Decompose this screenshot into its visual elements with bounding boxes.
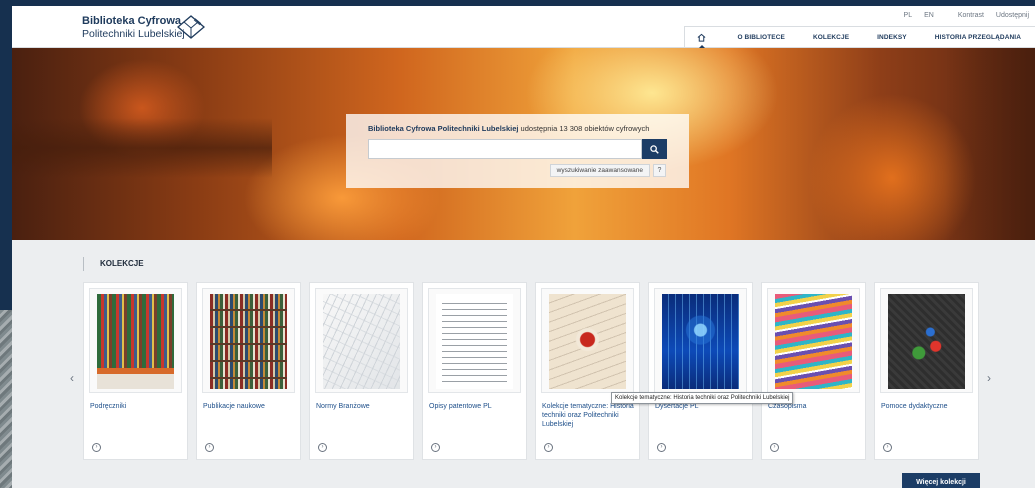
- site-header: Biblioteka Cyfrowa Politechniki Lubelski…: [12, 6, 1035, 49]
- chevron-right-circle-icon[interactable]: ›: [431, 443, 440, 452]
- chevron-right-circle-icon[interactable]: ›: [770, 443, 779, 452]
- collection-title[interactable]: Pomoce dydaktyczne: [881, 402, 974, 411]
- chevron-right-circle-icon[interactable]: ›: [883, 443, 892, 452]
- collection-card-teaching[interactable]: Pomoce dydaktyczne ›: [874, 282, 979, 460]
- collections-heading: KOLEKCJE: [83, 257, 144, 271]
- search-caption: Biblioteka Cyfrowa Politechniki Lubelski…: [368, 124, 667, 133]
- chevron-right-circle-icon[interactable]: ›: [544, 443, 553, 452]
- browser-page: Biblioteka Cyfrowa Politechniki Lubelski…: [12, 6, 1035, 488]
- collection-title[interactable]: Opisy patentowe PL: [429, 402, 522, 411]
- search-icon: [650, 144, 659, 154]
- collection-thumbnail: [888, 294, 965, 389]
- nav-collections[interactable]: KOLEKCJE: [799, 34, 863, 41]
- advanced-search-button[interactable]: wyszukiwanie zaawansowane: [549, 164, 650, 177]
- lang-en-link[interactable]: EN: [918, 12, 940, 19]
- search-panel: Biblioteka Cyfrowa Politechniki Lubelski…: [346, 114, 689, 188]
- contrast-link[interactable]: Kontrast: [952, 12, 990, 19]
- chevron-right-circle-icon[interactable]: ›: [92, 443, 101, 452]
- search-caption-count: udostępnia 13 308 obiektów cyfrowych: [518, 124, 650, 133]
- collection-title[interactable]: Kolekcje tematyczne: Historia techniki o…: [542, 402, 635, 429]
- collection-thumbnail: [662, 294, 739, 389]
- chevron-right-circle-icon[interactable]: ›: [657, 443, 666, 452]
- collection-card-journals[interactable]: Czasopisma ›: [761, 282, 866, 460]
- collection-title[interactable]: Normy Branżowe: [316, 402, 409, 411]
- nav-home[interactable]: [685, 27, 724, 49]
- nav-history[interactable]: HISTORIA PRZEGLĄDANIA: [921, 34, 1035, 41]
- chevron-right-circle-icon[interactable]: ›: [318, 443, 327, 452]
- collection-thumbnail: [775, 294, 852, 389]
- main-nav: O BIBLIOTECE KOLEKCJE INDEKSY HISTORIA P…: [683, 26, 1035, 49]
- carousel-next-arrow[interactable]: ›: [987, 372, 991, 384]
- share-link[interactable]: Udostępnij: [990, 12, 1035, 19]
- collection-thumbnail: [436, 294, 513, 389]
- book-logo-icon: [176, 15, 206, 39]
- search-caption-library: Biblioteka Cyfrowa Politechniki Lubelski…: [368, 124, 519, 133]
- nav-indexes[interactable]: INDEKSY: [863, 34, 921, 41]
- hover-tooltip: Kolekcje tematyczne: Historia techniki o…: [611, 392, 794, 404]
- search-button[interactable]: [642, 139, 667, 159]
- collection-card-textbooks[interactable]: Podręczniki ›: [83, 282, 188, 460]
- search-input[interactable]: [368, 139, 643, 159]
- hero-shadow: [12, 118, 272, 178]
- lang-pl-link[interactable]: PL: [898, 12, 919, 19]
- hero-banner: Biblioteka Cyfrowa Politechniki Lubelski…: [12, 48, 1035, 240]
- collection-card-patents[interactable]: Opisy patentowe PL ›: [422, 282, 527, 460]
- collection-card-dissertations[interactable]: Dysertacje PL ›: [648, 282, 753, 460]
- collection-card-thematic[interactable]: Kolekcje tematyczne: Historia techniki o…: [535, 282, 640, 460]
- more-collections-button[interactable]: Więcej kolekcji: [902, 473, 980, 488]
- collection-card-scientific[interactable]: Publikacje naukowe ›: [196, 282, 301, 460]
- hero-shade: [945, 48, 1035, 240]
- search-help-button[interactable]: ?: [653, 164, 666, 177]
- collection-card-norms[interactable]: Normy Branżowe ›: [309, 282, 414, 460]
- collection-thumbnail: [97, 294, 174, 389]
- collection-title[interactable]: Podręczniki: [90, 402, 183, 411]
- collection-thumbnail: [210, 294, 287, 389]
- site-logo[interactable]: Biblioteka Cyfrowa Politechniki Lubelski…: [82, 15, 185, 41]
- collection-thumbnail: [323, 294, 400, 389]
- carousel-prev-arrow[interactable]: ‹: [70, 372, 74, 384]
- home-icon: [697, 33, 705, 42]
- collections-carousel: Podręczniki › Publikacje naukowe › Normy…: [83, 282, 979, 460]
- logo-line-1: Biblioteka Cyfrowa: [82, 15, 182, 27]
- chevron-right-circle-icon[interactable]: ›: [205, 443, 214, 452]
- collection-thumbnail: [549, 294, 626, 389]
- logo-line-2: Politechniki Lubelskiej: [82, 28, 185, 40]
- utility-links: PL EN Kontrast Udostępnij: [898, 12, 1035, 19]
- collection-title[interactable]: Publikacje naukowe: [203, 402, 296, 411]
- nav-about[interactable]: O BIBLIOTECE: [724, 34, 799, 41]
